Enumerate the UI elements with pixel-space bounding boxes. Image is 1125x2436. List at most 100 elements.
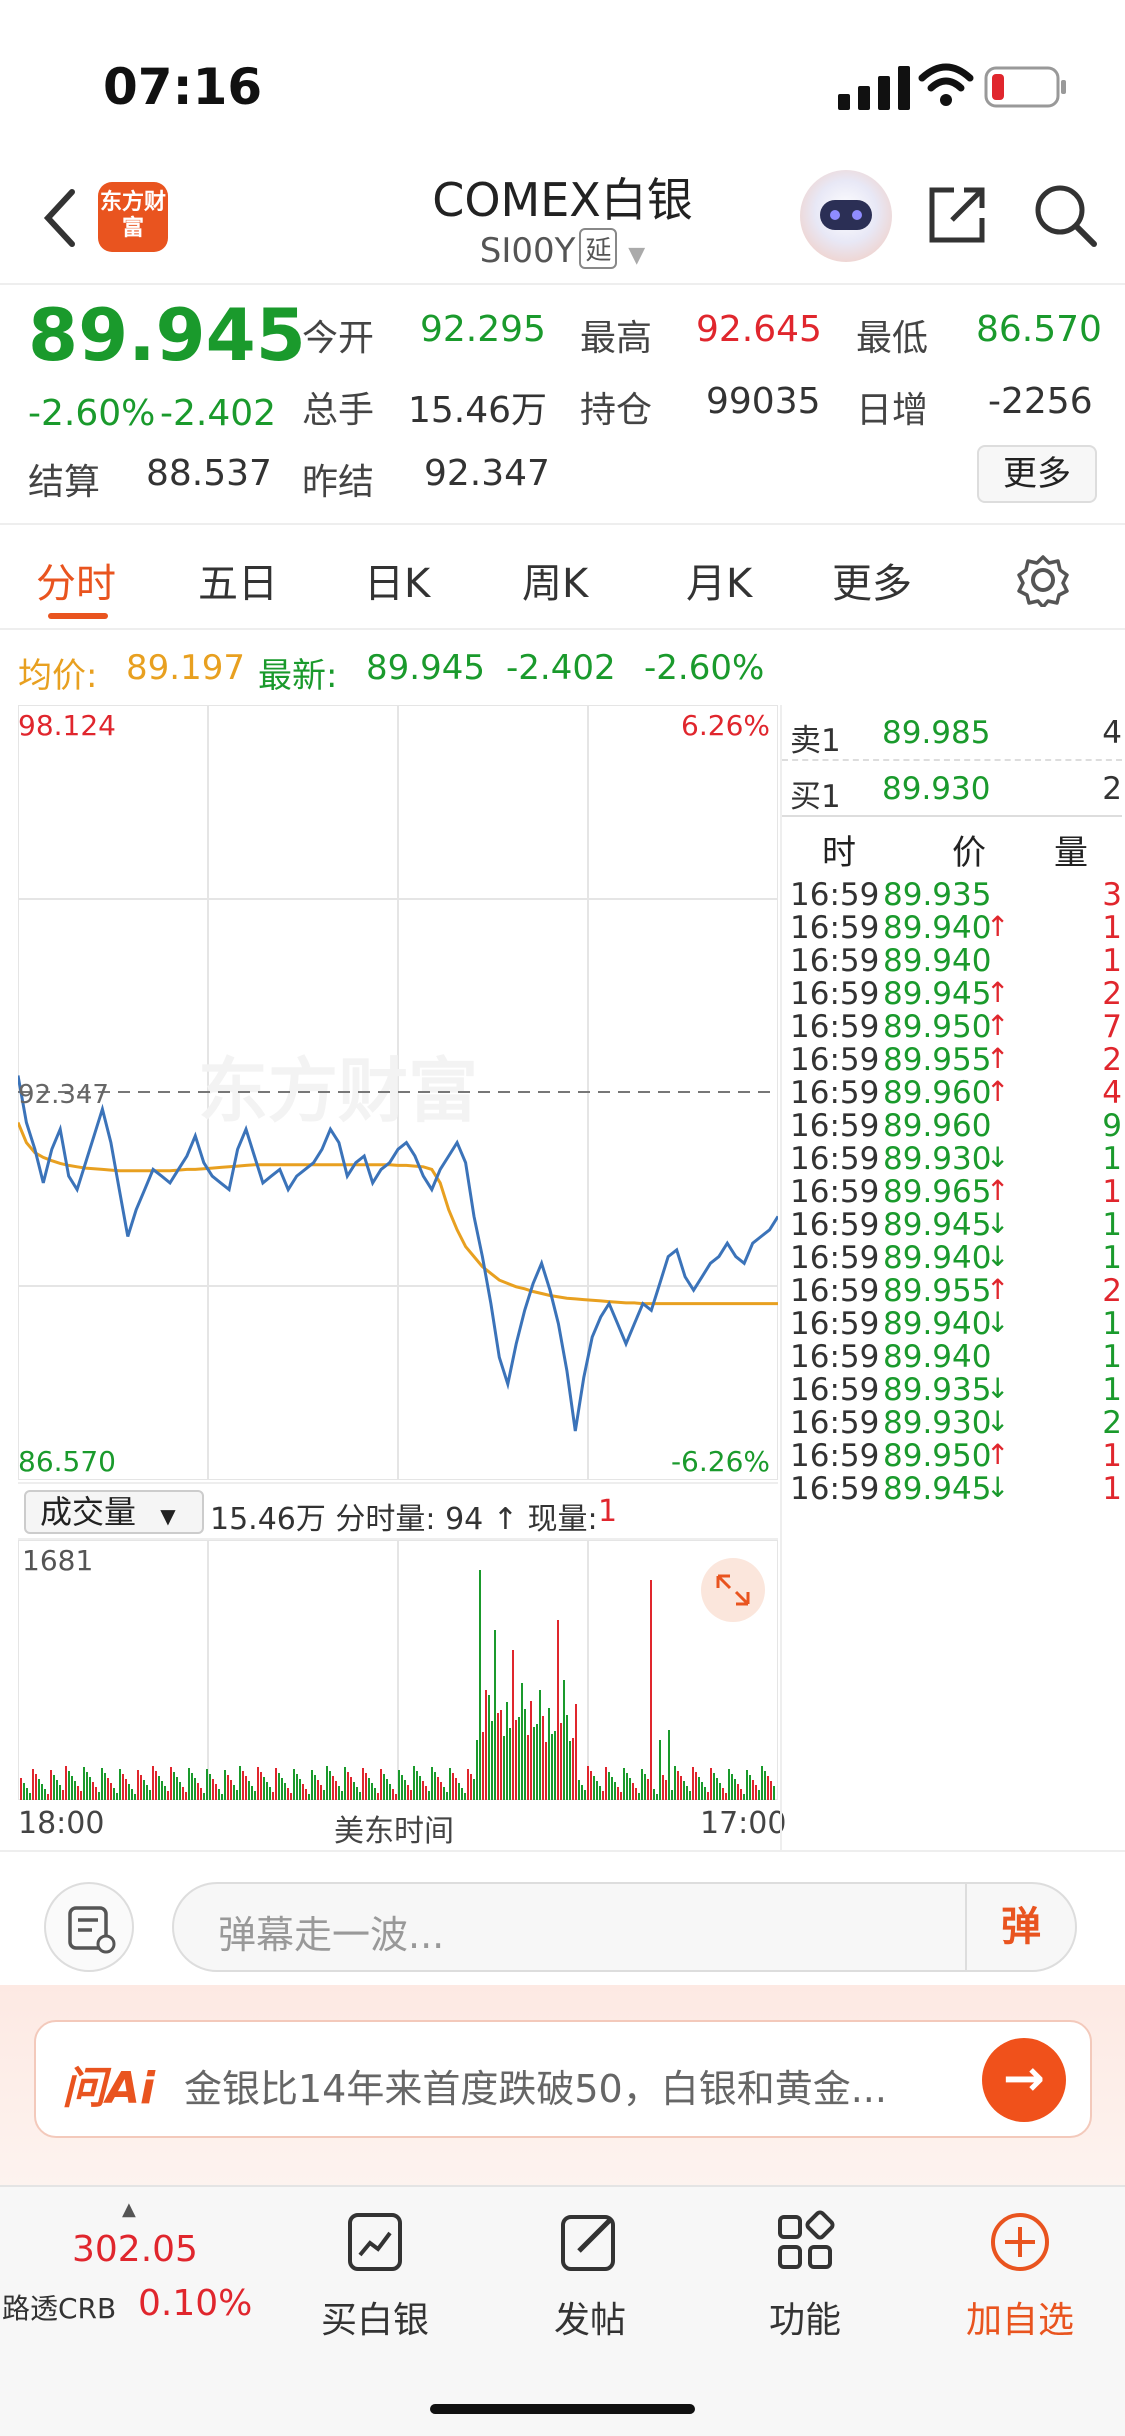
tick-volume: 2	[1102, 1273, 1122, 1309]
col-time: 时	[822, 833, 856, 873]
tick-time: 16:59	[790, 1471, 880, 1507]
share-icon[interactable]	[924, 182, 990, 248]
tab-timeshare[interactable]: 分时	[36, 551, 116, 609]
volume-bar	[320, 1785, 322, 1800]
volume-bar	[545, 1742, 547, 1800]
volume-bar	[521, 1683, 523, 1800]
index-ticker[interactable]: ▲ 302.05 路透CRB 0.10%	[0, 2187, 252, 2367]
volume-bar	[716, 1778, 718, 1800]
tab-more[interactable]: 更多	[832, 551, 912, 609]
volume-bar	[608, 1772, 610, 1800]
tab-month-k[interactable]: 月K	[686, 551, 752, 609]
volume-chart[interactable]: 1681	[17, 1539, 779, 1801]
tick-row: 16:59 89.930 ↓ 2	[782, 1405, 1122, 1441]
expand-icon[interactable]	[701, 1558, 765, 1622]
tick-time: 16:59	[790, 1273, 880, 1309]
volume-bar	[476, 1740, 478, 1800]
comment-settings-button[interactable]	[44, 1882, 134, 1972]
volume-bar	[539, 1690, 541, 1800]
volume-bar	[689, 1791, 691, 1800]
danmaku-button[interactable]: 弹	[965, 1884, 1075, 1970]
nav-buy-silver[interactable]: 买白银	[290, 2207, 460, 2343]
volume-bar	[566, 1715, 568, 1800]
volume-value: 15.46万	[408, 390, 548, 431]
volume-bar	[266, 1782, 268, 1800]
volume-bar	[419, 1776, 421, 1800]
tick-volume: 1	[1102, 1339, 1122, 1375]
volume-bar	[332, 1776, 334, 1800]
volume-bar	[602, 1791, 604, 1800]
index-name: 路透CRB	[2, 2292, 117, 2325]
tick-volume: 1	[1102, 1372, 1122, 1408]
volume-bar	[488, 1695, 490, 1800]
indicator-select[interactable]: 成交量 ▼	[24, 1490, 204, 1534]
volume-bar	[104, 1773, 106, 1800]
ai-box[interactable]: 问Ai 金银比14年来首度跌破50，白银和黄金... →	[34, 2020, 1092, 2138]
volume-bar	[341, 1791, 343, 1800]
volume-bar	[674, 1766, 676, 1800]
tick-volume: 1	[1102, 1240, 1122, 1276]
volume-bar	[407, 1785, 409, 1800]
volume-bar	[362, 1768, 364, 1800]
volume-bar	[581, 1785, 583, 1800]
comment-settings-icon	[68, 1906, 116, 1954]
latest-label: 最新:	[258, 656, 338, 696]
tab-five-day[interactable]: 五日	[198, 551, 278, 609]
volume-bar	[95, 1787, 97, 1800]
caret-down-icon: ▼	[160, 1504, 176, 1528]
buy-row: 买1 89.930 2	[782, 761, 1122, 817]
volume-bar	[338, 1786, 340, 1800]
tick-arrow: ↑	[986, 1438, 1010, 1471]
volume-bar	[446, 1792, 448, 1800]
volume-bar	[686, 1786, 688, 1800]
tick-price: 89.940	[883, 910, 992, 946]
assistant-avatar[interactable]	[800, 170, 892, 262]
volume-bar	[128, 1784, 130, 1800]
volume-bar	[584, 1790, 586, 1800]
volume-bar	[548, 1708, 550, 1800]
home-indicator	[430, 2404, 695, 2414]
average-info-bar: 均价: 89.197 最新: 89.945 -2.402 -2.60%	[0, 640, 1125, 700]
volume-bar	[290, 1793, 292, 1800]
x-end-label: 17:00	[700, 1806, 787, 1841]
nav-post[interactable]: 发帖	[505, 2207, 675, 2343]
search-icon[interactable]	[1032, 182, 1098, 248]
volume-bar	[650, 1580, 652, 1800]
price-chart[interactable]: 东方财富 98.124 6.26% 92.347 86.570 -6.26%	[16, 704, 780, 1481]
volume-bar	[269, 1787, 271, 1800]
ai-go-button[interactable]: →	[982, 2038, 1066, 2122]
tick-row: 16:59 89.940 1	[782, 943, 1122, 979]
volume-bar	[746, 1770, 748, 1800]
volume-bar	[554, 1731, 556, 1800]
tab-day-k[interactable]: 日K	[364, 551, 430, 609]
volume-bar	[200, 1788, 202, 1800]
volume-bar	[452, 1773, 454, 1800]
volume-bar	[626, 1773, 628, 1800]
tick-time: 16:59	[790, 1405, 880, 1441]
volume-bar	[302, 1784, 304, 1800]
volume-bar	[707, 1792, 709, 1800]
tick-row: 16:59 89.950 ↑ 7	[782, 1009, 1122, 1045]
volume-bar	[296, 1774, 298, 1800]
tick-volume: 2	[1102, 1405, 1122, 1441]
volume-bar	[533, 1727, 535, 1800]
tick-price: 89.955	[883, 1273, 992, 1309]
tick-arrow: ↓	[986, 1240, 1010, 1273]
volume-bar	[185, 1792, 187, 1800]
volume-bar	[401, 1775, 403, 1800]
volume-bar	[251, 1786, 253, 1800]
volume-bar	[197, 1783, 199, 1800]
more-button[interactable]: 更多	[977, 445, 1097, 503]
tab-week-k[interactable]: 周K	[522, 551, 588, 609]
volume-bar	[605, 1767, 607, 1800]
comment-input[interactable]: 弹幕走一波... 弹	[172, 1882, 1077, 1972]
active-tab-indicator	[48, 613, 108, 619]
nav-functions[interactable]: 功能	[720, 2207, 890, 2343]
settings-icon[interactable]	[1016, 553, 1070, 607]
tick-price: 89.930	[883, 1141, 992, 1177]
volume-bar	[182, 1787, 184, 1800]
open-value: 92.295	[420, 309, 546, 350]
volume-bar	[710, 1768, 712, 1800]
nav-add-watchlist[interactable]: 加自选	[935, 2207, 1105, 2343]
volume-bar	[326, 1766, 328, 1800]
